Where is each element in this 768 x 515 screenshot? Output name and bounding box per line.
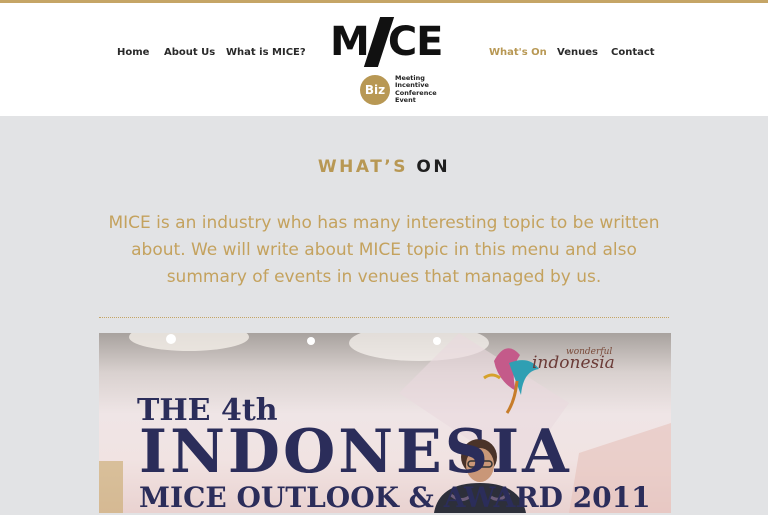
brand-big-text: indonesia <box>532 353 615 373</box>
page-title-part2: ON <box>416 157 451 177</box>
nav-what-is-mice[interactable]: What is MICE? <box>226 47 306 58</box>
site-header: Home About Us What is MICE? What's On Ve… <box>0 3 768 116</box>
nav-home[interactable]: Home <box>117 47 149 58</box>
page-title: WHAT’S ON <box>0 157 768 177</box>
nav-whats-on[interactable]: What's On <box>489 47 547 58</box>
logo-word-right: CE <box>387 19 444 65</box>
logo-tagline: Meeting Incentive Conference Event <box>395 74 437 105</box>
nav-venues[interactable]: Venues <box>557 47 598 58</box>
mice-biz-logo[interactable]: M CE Biz Meeting Incentive Conference Eve… <box>330 17 450 109</box>
dotted-divider <box>99 317 669 318</box>
logo-wordmark: M CE <box>330 17 443 67</box>
intro-paragraph: MICE is an industry who has many interes… <box>108 213 660 287</box>
logo-biz-badge: Biz <box>360 75 390 105</box>
nav-about-us[interactable]: About Us <box>164 47 215 58</box>
nav-contact[interactable]: Contact <box>611 47 655 58</box>
logo-tagline-line: Event <box>395 96 416 105</box>
banner-line-3: MICE OUTLOOK & AWARD 2011 <box>139 481 651 513</box>
page-title-part1: WHAT’S <box>317 157 408 177</box>
logo-word-left: M <box>330 19 370 65</box>
event-photo[interactable]: wonderful indonesia THE 4th INDONESIA MI… <box>99 333 671 513</box>
banner-line-2: INDONESIA <box>139 417 572 487</box>
